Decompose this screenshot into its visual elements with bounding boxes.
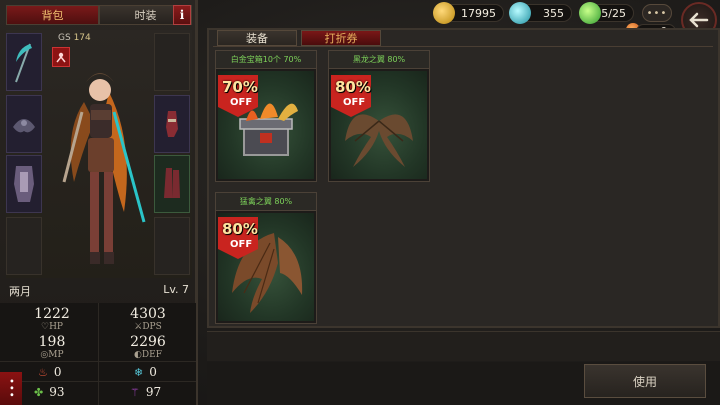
chest-armor-icon — [14, 166, 34, 202]
stat-hp-label: HP — [49, 322, 63, 332]
tab-equipment[interactable]: 装备 — [217, 30, 297, 46]
left-tabs: 背包 时装 — [6, 5, 192, 25]
nature-icon: ✤ — [34, 385, 44, 399]
stamina-counter: 25/25 — [579, 2, 634, 24]
stat-def: 2296 ◐DEF — [100, 334, 196, 360]
glove-slot[interactable] — [154, 95, 190, 153]
frost-icon: ❄ — [134, 365, 144, 379]
discount-off: OFF — [230, 97, 253, 108]
stamina-potion-icon — [579, 2, 601, 24]
boots-icon — [164, 168, 180, 198]
gold-coin-icon — [433, 2, 455, 24]
character-panel: 背包 时装 i GS 174 两月 Lv. 7 1222 ♡HP 4303 ⚔D… — [0, 0, 198, 405]
stat-dps-value: 4303 — [130, 306, 166, 322]
stat-shadow: ⚚ 97 — [130, 385, 161, 399]
character-model[interactable] — [54, 62, 154, 272]
corner-menu-button[interactable]: ••• — [0, 372, 22, 405]
stat-mp-label: MP — [48, 350, 64, 360]
item-detail-bar — [207, 331, 720, 361]
boots-slot[interactable] — [154, 155, 190, 213]
tab-bag[interactable]: 背包 — [6, 5, 99, 25]
stat-dps: 4303 ⚔DPS — [100, 306, 196, 332]
coupon-item-raptor-wings[interactable]: 猛禽之翼 80% 80% OFF — [215, 192, 317, 324]
gear-score: GS 174 — [58, 33, 91, 43]
glove-icon — [166, 111, 178, 137]
back-arrow-icon — [689, 12, 709, 28]
empty-slot-right-bottom[interactable] — [154, 217, 190, 275]
discount-badge: 80% OFF — [218, 217, 262, 259]
inventory-tabs: 装备 打折券 — [217, 30, 381, 46]
scythe-icon — [15, 43, 32, 83]
character-name-row: 两月 Lv. 7 — [6, 283, 192, 301]
stat-shadow-value: 97 — [145, 385, 162, 399]
game-screen: 背包 时装 i GS 174 两月 Lv. 7 1222 ♡HP 4303 ⚔D… — [0, 0, 720, 405]
stat-mp: 198 ◎MP — [4, 334, 100, 360]
gem-icon — [509, 2, 531, 24]
pauldron-icon — [13, 119, 35, 133]
item-title: 白金宝箱10个 70% — [216, 51, 316, 69]
discount-badge: 80% OFF — [331, 75, 375, 117]
discount-percent: 80% — [222, 220, 258, 238]
stats-divider-horizontal — [0, 361, 196, 362]
gem-value: 355 — [543, 6, 564, 20]
coupon-item-chest[interactable]: 白金宝箱10个 70% 70% OFF — [215, 50, 317, 182]
use-button[interactable]: 使用 — [584, 364, 706, 398]
gear-score-prefix: GS — [58, 33, 71, 43]
weapon-slot[interactable] — [6, 33, 42, 91]
stat-fire: ♨ 0 — [38, 365, 62, 379]
stats-panel: 1222 ♡HP 4303 ⚔DPS 198 ◎MP 2296 ◐DEF ♨ 0… — [0, 303, 196, 405]
stat-nature: ✤ 93 — [34, 385, 65, 399]
empty-slot-left[interactable] — [6, 217, 42, 275]
more-menu-button[interactable]: ••• — [642, 4, 672, 22]
discount-off: OFF — [230, 239, 253, 250]
gem-counter: 355 — [509, 2, 572, 24]
gear-score-value: 174 — [73, 33, 91, 43]
stat-def-value: 2296 — [130, 334, 166, 350]
inventory-header-divider — [213, 46, 713, 47]
stat-hp-value: 1222 — [34, 306, 70, 322]
item-title: 猛禽之翼 80% — [216, 193, 316, 211]
item-title: 黑龙之翼 80% — [329, 51, 429, 69]
stat-dps-label: DPS — [142, 322, 162, 332]
flame-icon: ♨ — [38, 365, 48, 379]
character-level: Lv. 7 — [163, 283, 189, 296]
info-button[interactable]: i — [173, 5, 191, 25]
stat-mp-value: 198 — [38, 334, 66, 350]
stat-def-label: DEF — [141, 350, 162, 360]
stat-hp: 1222 ♡HP — [4, 306, 100, 332]
gold-value: 17995 — [461, 6, 496, 20]
shadow-icon: ⚚ — [130, 385, 140, 399]
stat-nature-value: 93 — [49, 385, 65, 399]
stats-divider-horizontal-2 — [0, 381, 196, 382]
chest-slot[interactable] — [6, 155, 42, 213]
coupon-item-dragon-wings[interactable]: 黑龙之翼 80% 80% OFF — [328, 50, 430, 182]
stat-frost-value: 0 — [149, 365, 157, 379]
shield-icon: ◐ — [134, 350, 142, 360]
gold-counter: 17995 — [433, 2, 504, 24]
tab-coupons[interactable]: 打折券 — [301, 30, 381, 46]
discount-percent: 80% — [335, 78, 371, 96]
stat-fire-value: 0 — [53, 365, 62, 379]
character-name: 两月 — [9, 285, 31, 298]
heart-icon: ♡ — [41, 322, 50, 332]
discount-off: OFF — [343, 97, 366, 108]
stat-frost: ❄ 0 — [134, 365, 157, 379]
discount-badge: 70% OFF — [218, 75, 262, 117]
discount-percent: 70% — [222, 78, 258, 96]
shoulder-slot[interactable] — [6, 95, 42, 153]
empty-slot-right-top[interactable] — [154, 33, 190, 91]
